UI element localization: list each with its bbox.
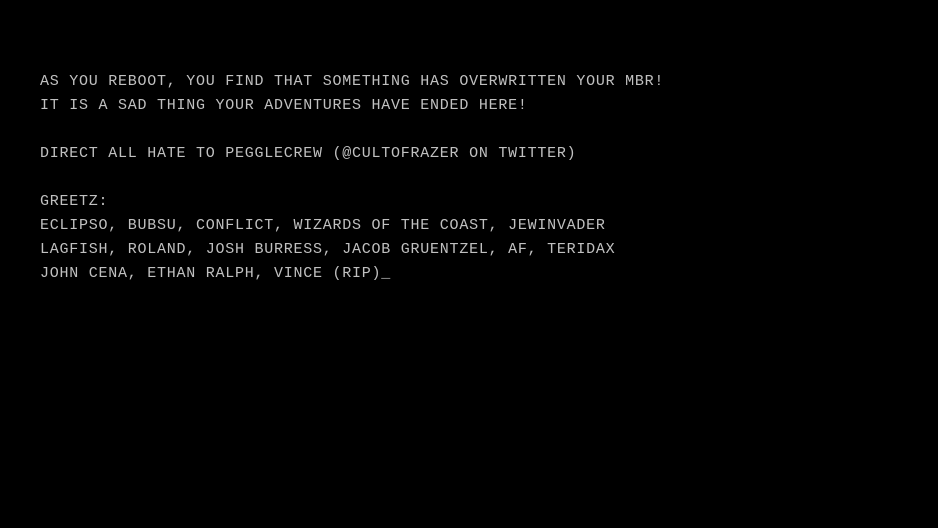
terminal-output: AS YOU REBOOT, YOU FIND THAT SOMETHING H… (40, 70, 898, 286)
terminal-screen: AS YOU REBOOT, YOU FIND THAT SOMETHING H… (0, 0, 938, 528)
